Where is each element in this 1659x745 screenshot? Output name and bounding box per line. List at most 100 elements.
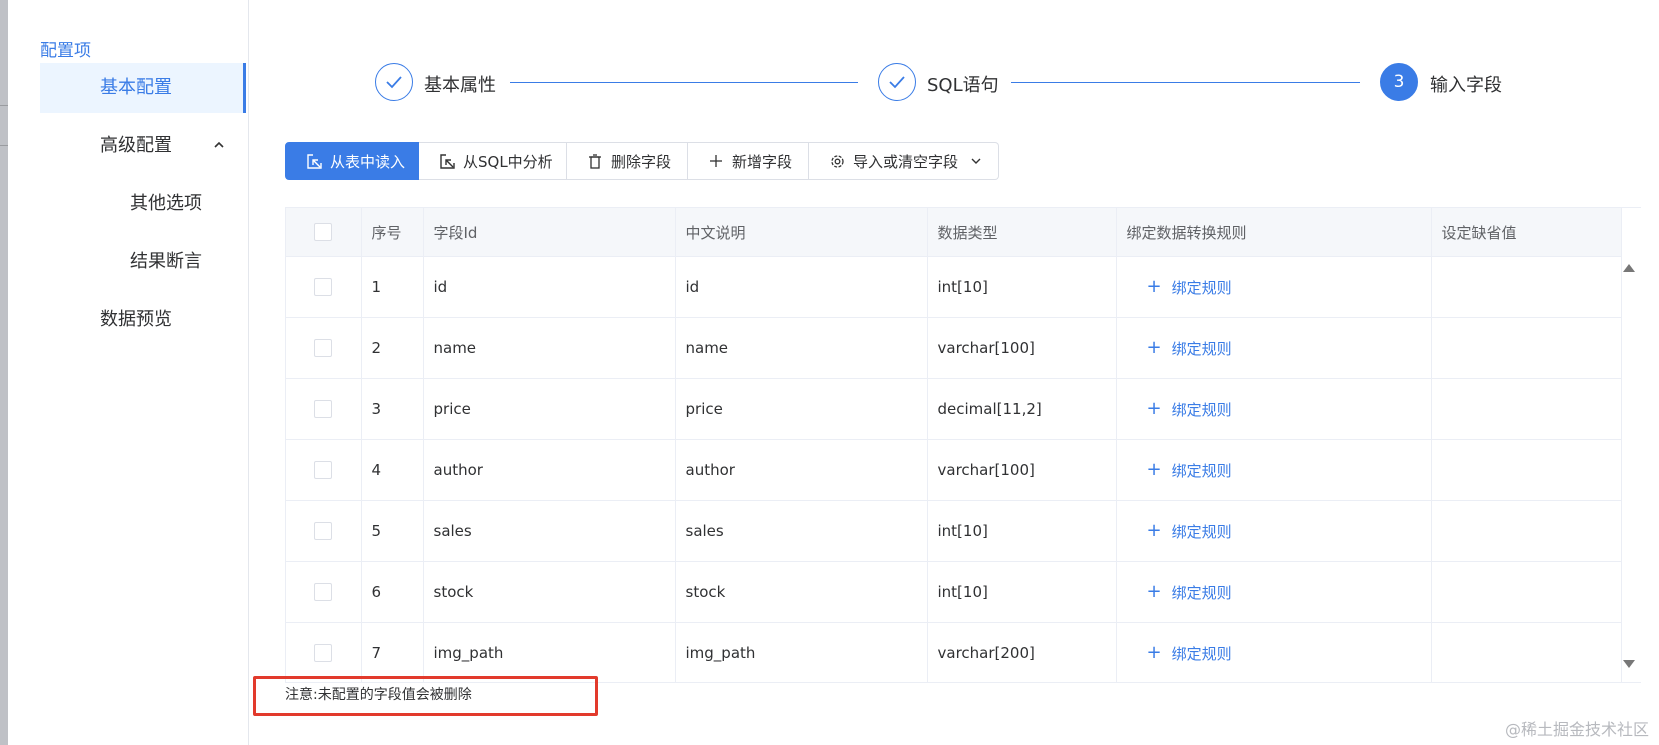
cell-field-id: sales [423,500,676,562]
row-checkbox[interactable] [314,339,333,358]
table-row: 2 name name varchar[100] + 绑定规则 [286,317,1622,379]
cell-default[interactable] [1431,500,1622,562]
select-all-checkbox[interactable] [314,223,333,242]
step-2-check-icon [878,63,916,101]
cell-default[interactable] [1431,439,1622,501]
cell-default[interactable] [1431,561,1622,623]
import-or-clear-dropdown[interactable]: 导入或清空字段 [809,142,999,180]
cell-type: int[10] [927,561,1117,623]
cell-index: 2 [361,317,424,379]
bind-rule-button[interactable]: + 绑定规则 [1127,643,1232,664]
bind-rule-button[interactable]: + 绑定规则 [1127,277,1232,298]
chevron-down-icon [968,153,984,169]
bind-rule-button[interactable]: + 绑定规则 [1127,338,1232,359]
plus-icon: + [1146,398,1162,419]
column-header: 绑定数据转换规则 [1116,208,1432,257]
row-checkbox[interactable] [314,583,333,602]
read-from-table-button[interactable]: 从表中读入 [285,142,419,180]
plus-icon: + [1146,459,1162,480]
cell-type: varchar[200] [927,622,1117,682]
step-connector [1011,82,1360,83]
cell-type: decimal[11,2] [927,378,1117,440]
bind-rule-label: 绑定规则 [1171,278,1232,297]
cell-field-id: price [423,378,676,440]
column-header: 中文说明 [675,208,928,257]
cell-type: varchar[100] [927,439,1117,501]
cell-bind-rule: + 绑定规则 [1116,622,1432,682]
cell-desc: img_path [675,622,928,682]
row-check-cell [286,561,362,623]
step-connector [510,82,858,83]
plus-icon: + [1146,642,1162,663]
cell-index: 3 [361,378,424,440]
cell-desc: id [675,256,928,318]
scroll-down-arrow-icon[interactable] [1623,660,1635,668]
plus-icon: + [1146,581,1162,602]
row-checkbox[interactable] [314,644,333,663]
menu-item-data-preview[interactable]: 数据预览 [40,295,246,345]
column-header: 数据类型 [927,208,1117,257]
bind-rule-button[interactable]: + 绑定规则 [1127,521,1232,542]
watermark: @稀土掘金技术社区 [1504,720,1649,739]
bind-rule-label: 绑定规则 [1171,461,1232,480]
bind-rule-button[interactable]: + 绑定规则 [1127,399,1232,420]
row-check-cell [286,622,362,682]
table-row: 7 img_path img_path varchar[200] + 绑定规则 [286,622,1622,682]
button-label: 删除字段 [611,152,672,171]
cell-default[interactable] [1431,256,1622,318]
cell-index: 5 [361,500,424,562]
cell-type: int[10] [927,256,1117,318]
cell-default[interactable] [1431,622,1622,682]
cell-field-id: author [423,439,676,501]
menu-item-other-options[interactable]: 其他选项 [40,179,246,229]
scroll-up-arrow-icon[interactable] [1623,264,1635,272]
bind-rule-label: 绑定规则 [1171,583,1232,602]
delete-field-button[interactable]: 删除字段 [567,142,688,180]
table-row: 5 sales sales int[10] + 绑定规则 [286,500,1622,562]
menu-item-label: 高级配置 [100,135,172,156]
select-icon [306,153,322,169]
cell-bind-rule: + 绑定规则 [1116,378,1432,440]
cell-index: 7 [361,622,424,682]
add-field-button[interactable]: 新增字段 [688,142,809,180]
menu-item-label: 基本配置 [100,77,172,98]
bind-rule-label: 绑定规则 [1171,644,1232,663]
cell-desc: author [675,439,928,501]
analyze-sql-button[interactable]: 从SQL中分析 [419,142,567,180]
cell-default[interactable] [1431,317,1622,379]
cell-type: int[10] [927,500,1117,562]
menu-item-result-assert[interactable]: 结果断言 [40,237,246,287]
cell-desc: sales [675,500,928,562]
cell-default[interactable] [1431,378,1622,440]
row-checkbox[interactable] [314,278,333,297]
cell-bind-rule: + 绑定规则 [1116,256,1432,318]
cell-field-id: img_path [423,622,676,682]
menu-item-basic-config[interactable]: 基本配置 [40,63,246,113]
step-3-title: 输入字段 [1430,75,1502,96]
gear-icon [829,153,845,169]
button-label: 从SQL中分析 [463,152,553,171]
notice-text: 注意:未配置的字段值会被删除 [285,687,472,703]
bind-rule-label: 绑定规则 [1171,522,1232,541]
plus-icon [708,153,724,169]
field-toolbar: 从表中读入 从SQL中分析 删除字段 新增字段 导入或清空字段 [285,142,999,180]
row-checkbox[interactable] [314,522,333,541]
button-label: 从表中读入 [330,152,406,171]
cell-bind-rule: + 绑定规则 [1116,500,1432,562]
cell-field-id: id [423,256,676,318]
row-checkbox[interactable] [314,461,333,480]
select-all-cell [286,208,362,257]
cell-bind-rule: + 绑定规则 [1116,317,1432,379]
sidebar-header: 配置项 [40,41,91,61]
button-label: 新增字段 [732,152,793,171]
bind-rule-button[interactable]: + 绑定规则 [1127,582,1232,603]
chevron-up-icon [213,121,225,171]
plus-icon: + [1146,520,1162,541]
menu-item-advanced-config[interactable]: 高级配置 [40,121,246,171]
table-row: 1 id id int[10] + 绑定规则 [286,256,1622,318]
row-check-cell [286,378,362,440]
row-checkbox[interactable] [314,400,333,419]
bind-rule-button[interactable]: + 绑定规则 [1127,460,1232,481]
table-row: 4 author author varchar[100] + 绑定规则 [286,439,1622,501]
plus-icon: + [1146,276,1162,297]
